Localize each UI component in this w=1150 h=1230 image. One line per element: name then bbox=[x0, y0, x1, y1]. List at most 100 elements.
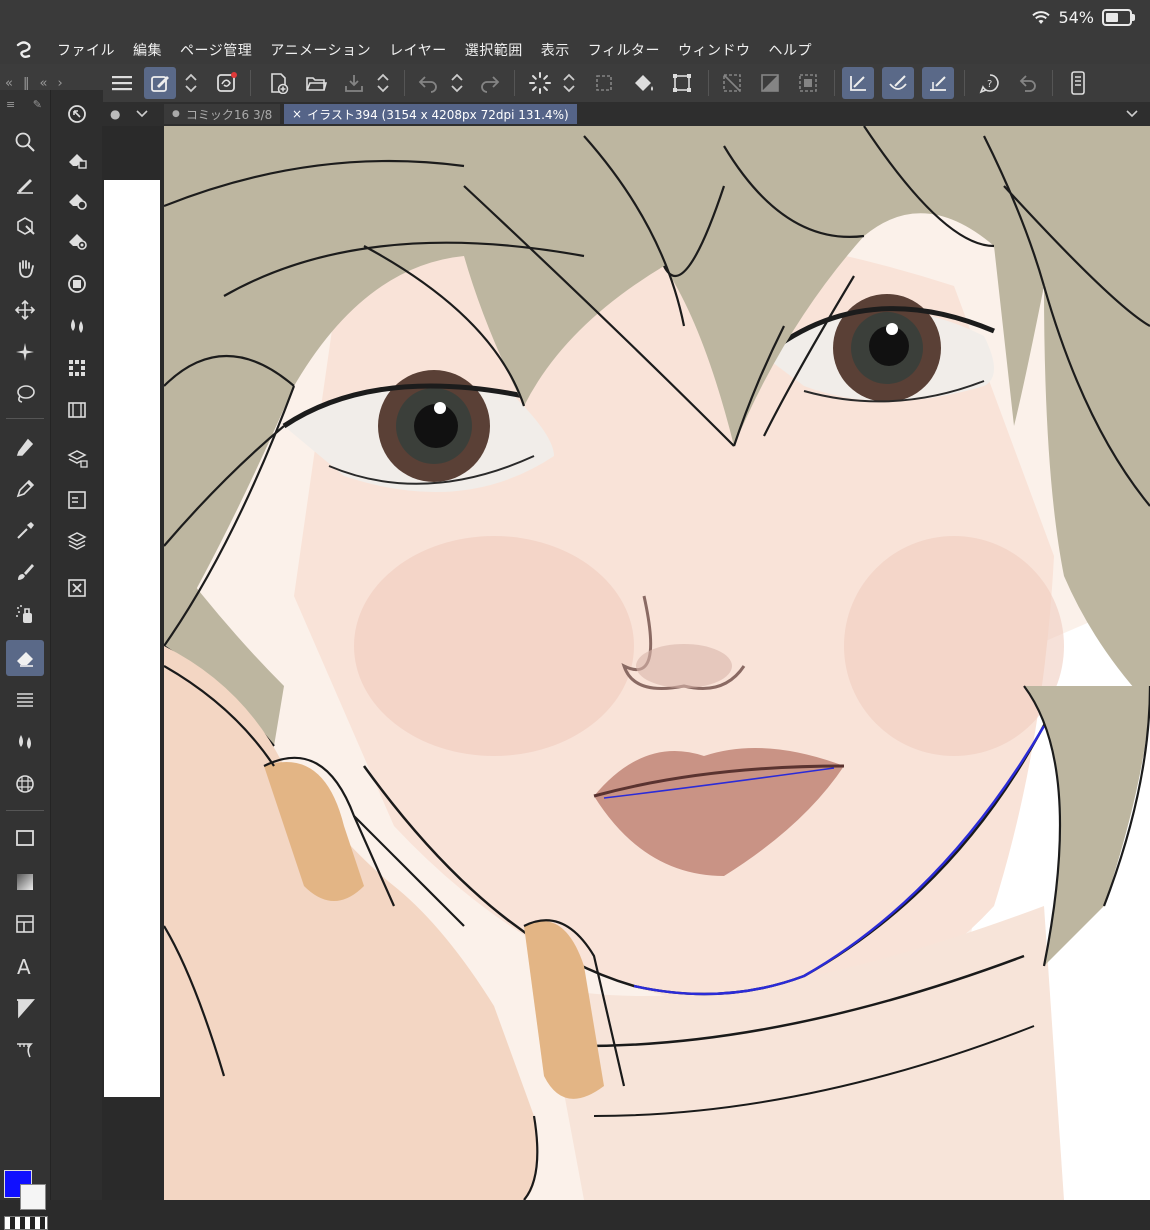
tool-property-icon[interactable] bbox=[58, 182, 96, 218]
invert-selection-icon[interactable] bbox=[754, 67, 786, 99]
sub-tool-icon[interactable] bbox=[58, 142, 96, 178]
tool-palette: ≡ ✎ A bbox=[0, 90, 50, 1230]
select-all-icon[interactable] bbox=[792, 67, 824, 99]
color-set-icon[interactable] bbox=[58, 350, 96, 386]
figure-icon[interactable] bbox=[6, 990, 44, 1026]
blend-icon[interactable] bbox=[6, 724, 44, 760]
tab-dot-icon[interactable]: ● bbox=[110, 102, 120, 126]
tab-comic-dot-icon: ● bbox=[172, 109, 180, 119]
sub-color-swatch[interactable] bbox=[20, 1184, 46, 1210]
eyedropper-icon[interactable] bbox=[6, 512, 44, 548]
menu-page-management[interactable]: ページ管理 bbox=[171, 40, 261, 60]
divider bbox=[708, 70, 709, 96]
transform-icon[interactable] bbox=[666, 67, 698, 99]
timeline-icon[interactable] bbox=[58, 392, 96, 428]
device-settings-icon[interactable] bbox=[1062, 67, 1094, 99]
airbrush-icon[interactable] bbox=[6, 596, 44, 632]
menu-window[interactable]: ウィンドウ bbox=[669, 40, 760, 60]
app-logo-icon[interactable] bbox=[0, 36, 48, 64]
menu-filter[interactable]: フィルター bbox=[579, 40, 669, 60]
text-icon[interactable]: A bbox=[6, 948, 44, 984]
expand-right-icon[interactable]: › bbox=[52, 76, 67, 91]
edit-mode-icon[interactable] bbox=[144, 67, 176, 99]
menu-layer[interactable]: レイヤー bbox=[380, 40, 456, 60]
auto-select-icon[interactable] bbox=[6, 334, 44, 370]
menu-edit[interactable]: 編集 bbox=[124, 40, 171, 60]
ruler-icon[interactable] bbox=[6, 1032, 44, 1068]
undo-icon[interactable] bbox=[412, 67, 444, 99]
clear-selection-icon[interactable] bbox=[716, 67, 748, 99]
divider bbox=[964, 70, 965, 96]
layer-property-icon[interactable] bbox=[58, 440, 96, 476]
companion-icon[interactable] bbox=[210, 67, 242, 99]
grid-icon[interactable] bbox=[6, 766, 44, 802]
loading-icon[interactable] bbox=[524, 67, 556, 99]
artwork-illustration bbox=[164, 126, 1150, 1200]
object-select-icon[interactable] bbox=[6, 208, 44, 244]
redo-icon[interactable] bbox=[474, 67, 506, 99]
navigator-icon[interactable] bbox=[58, 96, 96, 132]
layer-search-icon[interactable] bbox=[58, 482, 96, 518]
fill-icon[interactable] bbox=[628, 67, 660, 99]
open-folder-icon[interactable] bbox=[300, 67, 332, 99]
menu-bar: ファイル 編集 ページ管理 アニメーション レイヤー 選択範囲 表示 フィルター… bbox=[0, 36, 1150, 64]
drawing-canvas[interactable] bbox=[164, 126, 1150, 1200]
tab-comic[interactable]: ● コミック16 3/8 bbox=[164, 104, 281, 124]
operation-pen-icon[interactable] bbox=[6, 166, 44, 202]
hand-icon[interactable] bbox=[6, 250, 44, 286]
close-panel-icon[interactable] bbox=[58, 570, 96, 606]
command-bar: « ‖ « › ? bbox=[0, 64, 1150, 102]
grid-snap-icon[interactable] bbox=[922, 67, 954, 99]
color-circle-icon[interactable] bbox=[58, 266, 96, 302]
tab-illustration[interactable]: × イラスト394 (3154 x 4208px 72dpi 131.4%) bbox=[284, 104, 577, 124]
svg-text:?: ? bbox=[987, 79, 992, 90]
transparent-color-swatch[interactable] bbox=[4, 1216, 48, 1230]
panel-grip-icon[interactable]: ‖ bbox=[18, 76, 35, 91]
magnifier-icon[interactable] bbox=[6, 124, 44, 160]
menu-view[interactable]: 表示 bbox=[532, 40, 579, 60]
hatching-icon[interactable] bbox=[6, 682, 44, 718]
page-preview bbox=[104, 180, 160, 1097]
menu-file[interactable]: ファイル bbox=[48, 40, 124, 60]
save-icon[interactable] bbox=[338, 67, 370, 99]
tab-list-chevron-icon[interactable] bbox=[136, 102, 148, 126]
svg-text:A: A bbox=[17, 955, 31, 977]
eraser-icon[interactable] bbox=[6, 640, 44, 676]
help-icon[interactable]: ? bbox=[974, 67, 1006, 99]
tab-close-icon[interactable]: × bbox=[292, 107, 302, 121]
brush-icon[interactable] bbox=[6, 554, 44, 590]
special-ruler-snap-icon[interactable] bbox=[882, 67, 914, 99]
pen-icon[interactable] bbox=[6, 428, 44, 464]
brush-size-icon[interactable] bbox=[58, 222, 96, 258]
canvas-side-strip bbox=[102, 126, 164, 1200]
new-file-icon[interactable] bbox=[262, 67, 294, 99]
switch-arrows-icon-2[interactable] bbox=[372, 67, 394, 99]
selection-layer-icon[interactable] bbox=[588, 67, 620, 99]
return-icon[interactable] bbox=[1012, 67, 1044, 99]
menu-selection[interactable]: 選択範囲 bbox=[456, 40, 532, 60]
ruler-snap-icon[interactable] bbox=[842, 67, 874, 99]
divider bbox=[250, 70, 251, 96]
menu-animation[interactable]: アニメーション bbox=[261, 40, 380, 60]
gradient-icon[interactable] bbox=[6, 864, 44, 900]
collapse-sub-icon[interactable]: « bbox=[34, 76, 52, 91]
layers-icon[interactable] bbox=[58, 522, 96, 558]
palette-menu-icon[interactable]: ≡ bbox=[6, 98, 15, 111]
rectangle-icon[interactable] bbox=[6, 820, 44, 856]
switch-arrows-icon-4[interactable] bbox=[558, 67, 580, 99]
pencil-icon[interactable] bbox=[6, 470, 44, 506]
divider bbox=[404, 70, 405, 96]
tab-overflow-chevron-icon[interactable] bbox=[1126, 102, 1138, 126]
hamburger-menu-icon[interactable] bbox=[106, 67, 138, 99]
status-bar: 54% bbox=[0, 0, 1150, 36]
color-mixing-icon[interactable] bbox=[58, 308, 96, 344]
switch-arrows-icon-3[interactable] bbox=[446, 67, 468, 99]
menu-help[interactable]: ヘルプ bbox=[760, 40, 822, 60]
divider bbox=[6, 418, 44, 419]
pen-mini-icon[interactable]: ✎ bbox=[33, 98, 42, 111]
collapse-left-icon[interactable]: « bbox=[0, 76, 18, 91]
frame-border-icon[interactable] bbox=[6, 906, 44, 942]
lasso-icon[interactable] bbox=[6, 376, 44, 412]
switch-arrows-icon[interactable] bbox=[180, 67, 202, 99]
move-icon[interactable] bbox=[6, 292, 44, 328]
